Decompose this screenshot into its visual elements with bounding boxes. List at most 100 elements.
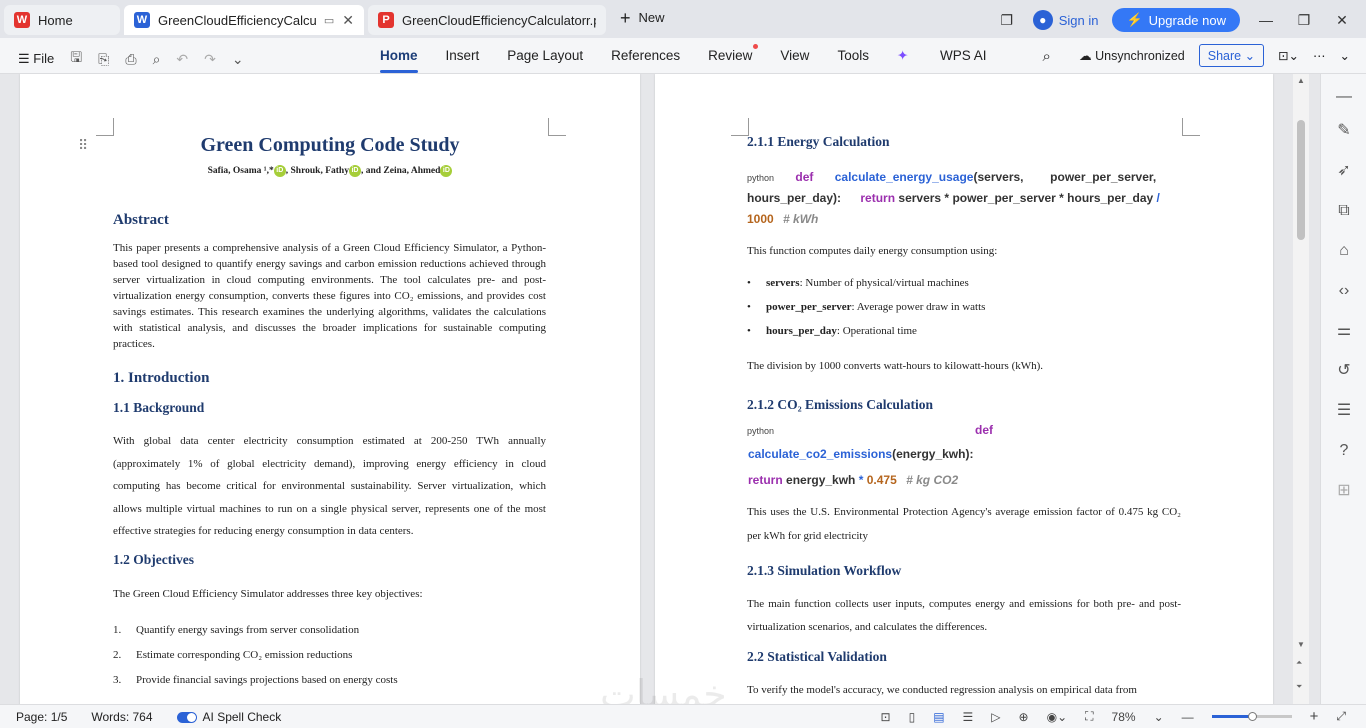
toggle-switch[interactable] xyxy=(176,712,197,724)
help-icon[interactable]: ? xyxy=(1333,440,1355,462)
workspace-icon[interactable]: ❐ xyxy=(995,12,1019,29)
code-block-co2: python def xyxy=(747,423,1181,437)
lock-icon[interactable]: ⌂ xyxy=(1333,240,1355,262)
scroll-thumb[interactable] xyxy=(1297,120,1305,240)
simulation-workflow-heading: 2.1.3 Simulation Workflow xyxy=(747,563,902,578)
page-view-icon[interactable]: ▤ xyxy=(933,710,944,724)
monitor-icon[interactable]: ▭ xyxy=(324,14,334,27)
list-text: Quantify energy savings from server cons… xyxy=(136,624,360,636)
more-options-icon[interactable]: ⋯ xyxy=(1313,48,1326,63)
export-icon[interactable]: ⎘ xyxy=(98,51,109,68)
outline-icon[interactable]: ☰ xyxy=(1333,400,1355,422)
spell-check-toggle[interactable]: AI Spell Check xyxy=(176,710,282,724)
code-comment: # kg CO2 xyxy=(906,473,959,487)
code-keyword: return xyxy=(860,191,896,205)
page-2[interactable]: 2.1.1 Energy Calculation python def calc… xyxy=(655,74,1273,704)
code-icon[interactable]: ‹› xyxy=(1333,280,1355,302)
code-keyword: def xyxy=(975,423,993,437)
search-icon[interactable]: ⌕ xyxy=(1043,48,1051,65)
tab-home[interactable]: W Home xyxy=(4,5,120,35)
menu-insert[interactable]: Insert xyxy=(446,48,480,65)
apps-grid-icon[interactable]: ⊞ xyxy=(1333,480,1355,502)
code-keyword: return xyxy=(748,473,783,487)
code-line: calculate_co2_emissions(energy_kwh): xyxy=(748,447,973,461)
sliders-icon[interactable]: ⚌ xyxy=(1333,320,1355,342)
minimize-icon[interactable]: — xyxy=(1254,12,1278,28)
collapse-panel-icon[interactable]: — xyxy=(1333,86,1355,108)
bullet-item: • hours_per_day: Operational time xyxy=(747,325,917,337)
fullscreen-icon[interactable]: ⤢ xyxy=(1336,709,1346,724)
zoom-in-icon[interactable]: + xyxy=(1310,708,1319,725)
code-number: 0.475 xyxy=(866,473,897,487)
paragraph: The division by 1000 converts watt-hours… xyxy=(747,360,1044,372)
zoom-dropdown-icon[interactable]: ⌄ xyxy=(1154,710,1164,724)
code-expression: servers * power_per_server * hours_per_d… xyxy=(898,191,1154,205)
toolbar-options-icon[interactable]: ⊡⌄ xyxy=(1278,48,1299,63)
menu-wps-ai[interactable]: ✦ WPS AI xyxy=(897,48,1015,65)
bullet-term: power_per_server xyxy=(766,301,852,313)
web-layout-icon[interactable]: ⊕ xyxy=(1019,710,1029,724)
menu-page-layout[interactable]: Page Layout xyxy=(507,48,583,65)
history-icon[interactable]: ↺ xyxy=(1333,360,1355,382)
abstract-text: This paper presents a comprehensive anal… xyxy=(113,242,546,350)
code-keyword: def xyxy=(795,170,814,184)
paragraph: This uses the U.S. Environmental Protect… xyxy=(747,506,1181,542)
tab-document-active[interactable]: W GreenCloudEfficiencyCalcula ▭ ✕ xyxy=(124,5,364,35)
page-1[interactable]: ⠿ Green Computing Code Study Safia, Osam… xyxy=(20,74,640,704)
close-tab-icon[interactable]: ✕ xyxy=(342,12,354,29)
sign-in-button[interactable]: ● Sign in xyxy=(1032,10,1098,30)
page-indicator[interactable]: Page: 1/5 xyxy=(16,710,67,724)
word-count[interactable]: Words: 764 xyxy=(91,710,152,724)
menu-view[interactable]: View xyxy=(780,48,809,65)
vertical-scrollbar[interactable]: ▲ ▼ ⏶ ⏷ xyxy=(1293,74,1309,704)
save-icon[interactable]: 🖫 xyxy=(70,47,82,71)
focus-mode-icon[interactable]: ⊡ xyxy=(881,710,891,724)
menu-references[interactable]: References xyxy=(611,48,680,65)
menu-home[interactable]: Home xyxy=(380,48,418,73)
sync-label: Unsynchronized xyxy=(1095,49,1185,63)
zoom-slider-knob[interactable] xyxy=(1247,712,1257,721)
redo-icon[interactable]: ↷ xyxy=(204,51,216,68)
scroll-down-icon[interactable]: ▼ xyxy=(1297,640,1305,649)
new-tab-button[interactable]: + New xyxy=(620,9,665,27)
share-button[interactable]: Share ⌄ xyxy=(1198,44,1265,67)
code-args: (servers, power_per_server, xyxy=(973,170,1157,184)
menu-tools[interactable]: Tools xyxy=(837,48,869,65)
statistical-validation-heading: 2.2 Statistical Validation xyxy=(747,649,887,664)
authors-line: Safia, Osama ¹,* iD, Shrouk, Fathy iD, and… xyxy=(20,165,640,177)
spell-check-label: AI Spell Check xyxy=(202,710,282,724)
cursor-icon[interactable]: ➶ xyxy=(1333,160,1355,182)
scroll-up-icon[interactable]: ▲ xyxy=(1297,76,1305,85)
zoom-out-icon[interactable]: — xyxy=(1182,710,1194,724)
more-chevron-icon[interactable]: ⌄ xyxy=(232,51,244,68)
read-mode-icon[interactable]: ▯ xyxy=(909,710,916,724)
code-function: calculate_co2_emissions xyxy=(748,447,893,461)
pen-icon[interactable]: ✎ xyxy=(1333,120,1355,142)
collapse-ribbon-icon[interactable]: ⌄ xyxy=(1340,48,1350,63)
bullet-dot: • xyxy=(747,325,751,337)
tab-pdf-document[interactable]: P GreenCloudEfficiencyCalculatorr.pd xyxy=(368,5,606,35)
outline-view-icon[interactable]: ☰ xyxy=(963,710,974,724)
close-window-icon[interactable]: ✕ xyxy=(1330,12,1354,29)
menu-review[interactable]: Review xyxy=(708,44,759,65)
page-up-icon[interactable]: ⏶ xyxy=(1296,658,1302,668)
page-down-icon[interactable]: ⏷ xyxy=(1296,682,1302,692)
sync-status[interactable]: ☁ Unsynchronized xyxy=(1079,48,1185,63)
undo-icon[interactable]: ↶ xyxy=(176,51,188,68)
tab-document-label: GreenCloudEfficiencyCalcula xyxy=(158,12,316,28)
file-menu-button[interactable]: ☰ File xyxy=(18,51,54,67)
zoom-slider[interactable] xyxy=(1211,712,1292,721)
zoom-level[interactable]: 78% xyxy=(1112,710,1136,724)
share-label: Share xyxy=(1207,49,1242,63)
restore-icon[interactable]: ❐ xyxy=(1292,12,1316,29)
eye-icon[interactable]: ◉⌄ xyxy=(1047,710,1068,724)
print-preview-icon[interactable]: ⌕ xyxy=(153,51,161,68)
fit-screen-icon[interactable]: ⛶ xyxy=(1085,709,1093,724)
sparkle-icon: ✦ xyxy=(896,48,909,63)
play-icon[interactable]: ▷ xyxy=(991,710,1000,724)
print-icon[interactable]: ⎙ xyxy=(125,51,136,68)
bullet-text: : Operational time xyxy=(836,325,917,337)
code-comment: # kWh xyxy=(783,212,819,226)
clipboard-icon[interactable]: ⧉ xyxy=(1333,200,1355,222)
upgrade-button[interactable]: ⚡ Upgrade now xyxy=(1112,8,1240,32)
